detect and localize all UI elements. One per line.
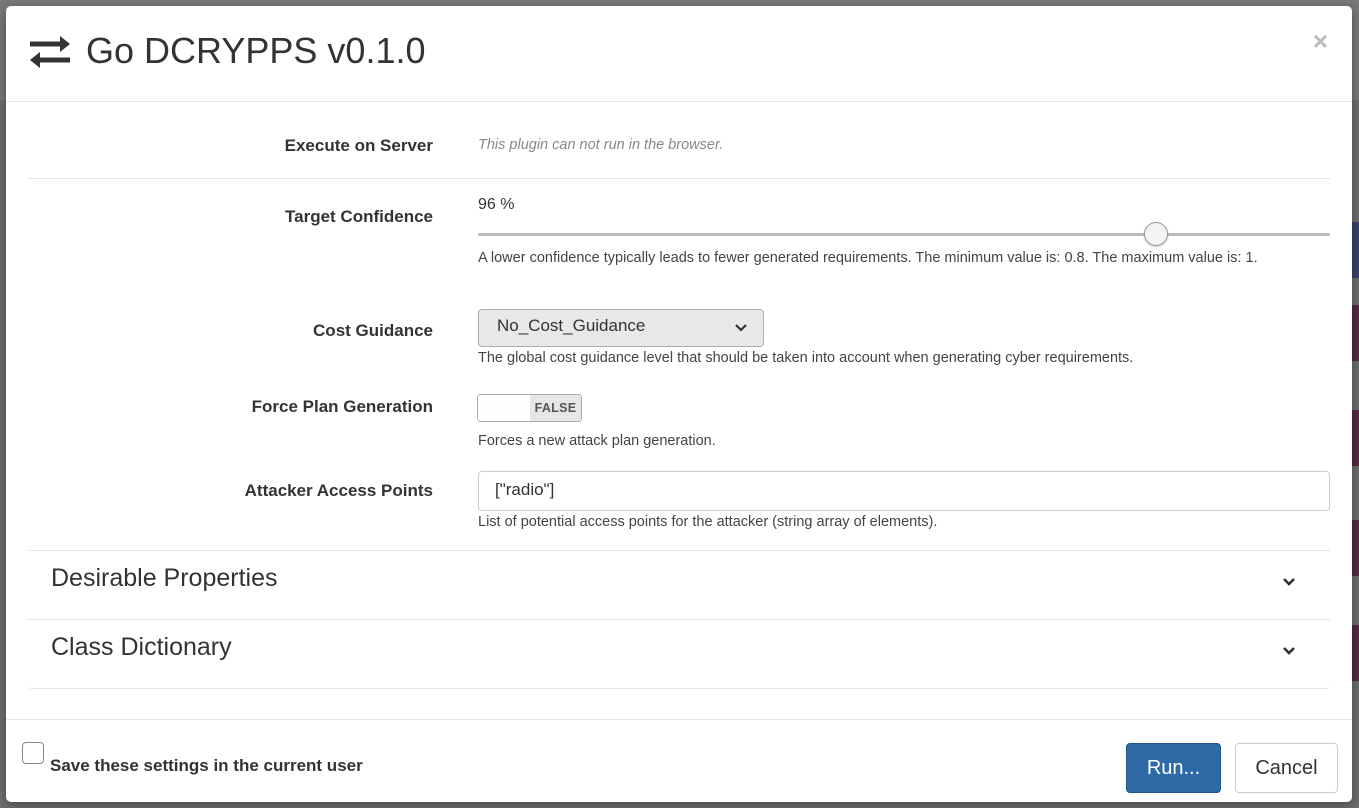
force-plan-generation-label: Force Plan Generation bbox=[251, 397, 433, 416]
target-confidence-value: 96 % bbox=[478, 196, 515, 213]
toggle-knob bbox=[478, 395, 531, 421]
exchange-arrows-icon bbox=[30, 36, 70, 68]
cost-guidance-selected: No_Cost_Guidance bbox=[497, 316, 646, 335]
section-title: Desirable Properties bbox=[51, 564, 278, 592]
dialog-title: Go DCRYPPS v0.1.0 bbox=[86, 30, 426, 71]
attacker-access-points-label: Attacker Access Points bbox=[244, 481, 433, 500]
dialog-footer: Save these settings in the current user … bbox=[6, 719, 1352, 802]
chevron-down-icon bbox=[1283, 578, 1295, 586]
execute-on-server-label: Execute on Server bbox=[284, 136, 433, 155]
save-settings-label[interactable]: Save these settings in the current user bbox=[50, 756, 363, 776]
background-side-tab bbox=[1351, 222, 1359, 278]
plugin-config-dialog: Go DCRYPPS v0.1.0 × Execute on Server Th… bbox=[6, 6, 1352, 802]
confidence-slider-track[interactable] bbox=[478, 233, 1330, 236]
cost-guidance-label: Cost Guidance bbox=[313, 321, 433, 340]
cancel-button[interactable]: Cancel bbox=[1235, 743, 1338, 793]
toggle-state-label: FALSE bbox=[530, 395, 581, 421]
background-side-tab bbox=[1351, 625, 1359, 681]
chevron-down-icon bbox=[1283, 647, 1295, 655]
target-confidence-hint: A lower confidence typically leads to fe… bbox=[478, 250, 1258, 266]
force-plan-generation-hint: Forces a new attack plan generation. bbox=[478, 433, 716, 449]
save-settings-checkbox[interactable] bbox=[22, 742, 44, 764]
force-plan-generation-toggle[interactable]: FALSE bbox=[477, 394, 582, 422]
section-class-dictionary[interactable]: Class Dictionary bbox=[28, 619, 1330, 689]
divider bbox=[28, 178, 1330, 179]
attacker-access-points-input[interactable]: ["radio"] bbox=[478, 471, 1330, 511]
chevron-down-icon bbox=[735, 324, 747, 332]
confidence-slider-thumb[interactable] bbox=[1144, 222, 1168, 246]
background-side-tab bbox=[1351, 410, 1359, 466]
cost-guidance-hint: The global cost guidance level that shou… bbox=[478, 350, 1134, 366]
close-button[interactable]: × bbox=[1313, 28, 1328, 54]
execute-on-server-note: This plugin can not run in the browser. bbox=[478, 137, 724, 153]
dialog-header: Go DCRYPPS v0.1.0 × bbox=[6, 6, 1352, 102]
target-confidence-label: Target Confidence bbox=[285, 207, 433, 226]
background-side-tab bbox=[1351, 305, 1359, 361]
run-button[interactable]: Run... bbox=[1126, 743, 1221, 793]
section-title: Class Dictionary bbox=[51, 633, 232, 661]
section-desirable-properties[interactable]: Desirable Properties bbox=[28, 550, 1330, 618]
cost-guidance-select[interactable]: No_Cost_Guidance bbox=[478, 309, 764, 347]
background-side-tab bbox=[1351, 520, 1359, 576]
attacker-access-points-hint: List of potential access points for the … bbox=[478, 514, 938, 530]
